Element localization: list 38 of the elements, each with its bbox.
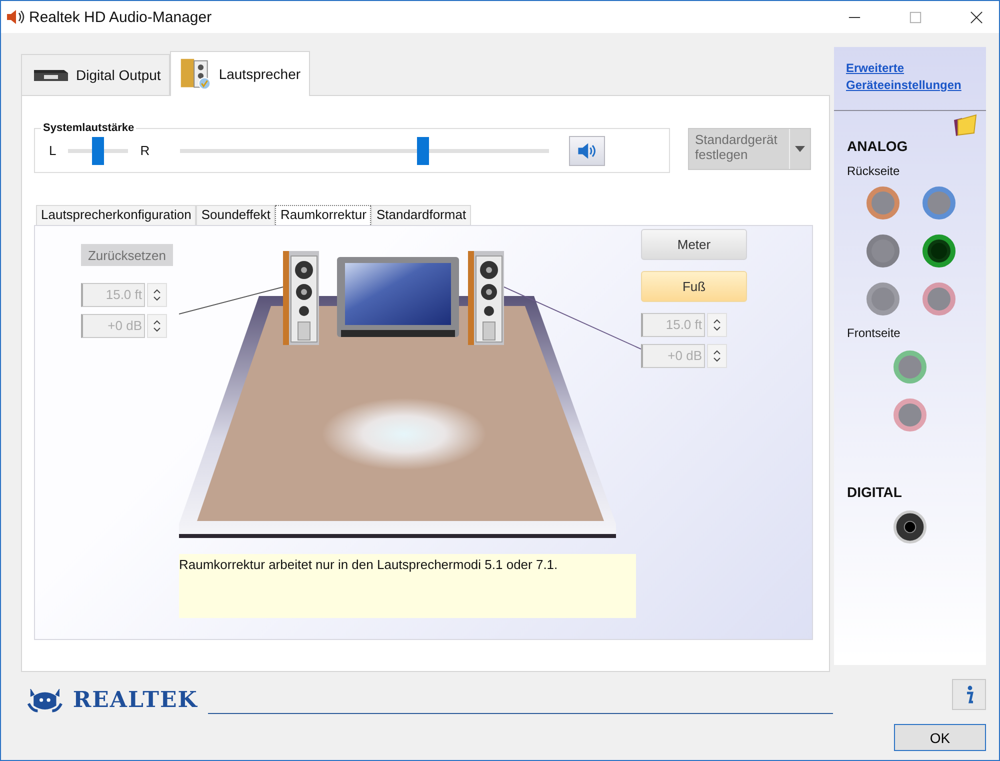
caret-icon xyxy=(795,146,805,152)
spin-buttons[interactable] xyxy=(147,314,167,338)
unit-button[interactable]: Fuß xyxy=(641,271,747,302)
balance-label: L xyxy=(49,143,56,158)
info-button[interactable] xyxy=(952,679,986,710)
speaker-icon xyxy=(5,7,25,27)
speaker-icon xyxy=(178,57,213,91)
sub-tab[interactable]: Lautsprecherkonfiguration xyxy=(36,205,196,225)
close-icon[interactable] xyxy=(970,10,983,24)
window-title: Realtek HD Audio-Manager xyxy=(29,8,212,26)
spin-buttons[interactable] xyxy=(707,313,727,337)
slider-thumb[interactable] xyxy=(417,136,430,164)
section-title: DIGITAL xyxy=(847,484,903,500)
sub-tab[interactable]: Soundeffekt xyxy=(196,205,276,225)
brand-logo: REALTEK xyxy=(72,687,198,713)
folder-icon[interactable] xyxy=(952,114,978,136)
mute-button[interactable] xyxy=(568,136,605,166)
section-label: Frontseite xyxy=(847,326,902,340)
device-tab[interactable]: Digital Output xyxy=(21,54,170,95)
speaker-icon[interactable] xyxy=(468,251,504,345)
device-tab[interactable]: Lautsprecher xyxy=(170,51,310,96)
unit-button[interactable]: Meter xyxy=(641,229,747,260)
sub-tab[interactable]: Raumkorrektur xyxy=(275,205,372,225)
sub-tab[interactable]: Standardformat xyxy=(371,205,472,225)
digital-jack[interactable] xyxy=(893,510,927,544)
group-label: Systemlautstärke xyxy=(41,122,136,134)
section-label: Rückseite xyxy=(847,164,901,178)
slider-thumb[interactable] xyxy=(92,136,104,164)
monitor-icon[interactable] xyxy=(337,257,459,337)
speaker-icon[interactable] xyxy=(283,251,319,345)
spin-buttons[interactable] xyxy=(707,344,727,368)
ok-button[interactable]: OK xyxy=(894,724,986,751)
advanced-settings-link[interactable]: Erweiterte Geräteeinstellungen xyxy=(846,60,986,94)
audio-jack[interactable] xyxy=(922,234,956,268)
spin-buttons[interactable] xyxy=(147,283,167,307)
info-text: Raumkorrektur arbeitet nur in den Lautsprechermodi 5.1 oder 7.1. xyxy=(179,554,636,618)
section-title: ANALOG xyxy=(847,138,909,154)
balance-label: R xyxy=(140,143,150,158)
